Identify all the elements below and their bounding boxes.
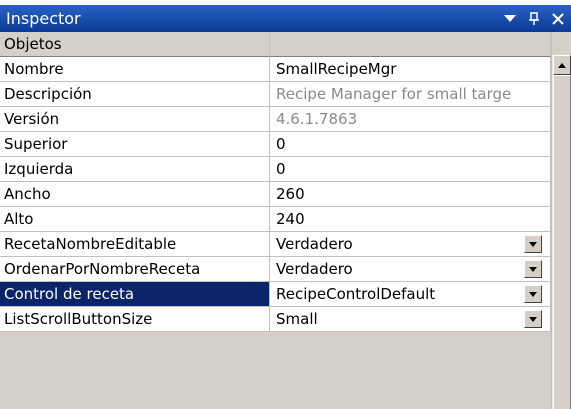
category-header-row[interactable]: Objetos <box>0 32 551 57</box>
scrollbar-header-spacer <box>552 32 571 55</box>
property-name[interactable]: ListScrollButtonSize <box>0 307 270 332</box>
property-row[interactable]: ListScrollButtonSize Small <box>0 307 551 332</box>
property-name[interactable]: Nombre <box>0 57 270 82</box>
property-value[interactable]: 260 <box>270 182 551 207</box>
property-value-text: Verdadero <box>276 235 353 253</box>
property-value-text: Recipe Manager for small targe <box>276 85 512 103</box>
property-row[interactable]: Superior 0 <box>0 132 551 157</box>
property-row[interactable]: RecetaNombreEditable Verdadero <box>0 232 551 257</box>
property-value[interactable]: 4.6.1.7863 <box>270 107 551 132</box>
property-value-text: 0 <box>276 135 286 153</box>
property-name[interactable]: Ancho <box>0 182 270 207</box>
chevron-down-icon <box>529 316 537 322</box>
property-value[interactable]: Small <box>270 307 551 332</box>
pin-icon[interactable] <box>523 8 545 30</box>
property-value-text: 0 <box>276 160 286 178</box>
window-title: Inspector <box>6 9 81 28</box>
property-name[interactable]: Superior <box>0 132 270 157</box>
property-value-text: 240 <box>276 210 305 228</box>
property-row[interactable]: Versión 4.6.1.7863 <box>0 107 551 132</box>
close-icon[interactable] <box>547 8 569 30</box>
property-value-text: Verdadero <box>276 260 353 278</box>
chevron-down-icon <box>529 266 537 272</box>
property-row[interactable]: Ancho 260 <box>0 182 551 207</box>
property-row[interactable]: Alto 240 <box>0 207 551 232</box>
property-row[interactable]: OrdenarPorNombreReceta Verdadero <box>0 257 551 282</box>
dropdown-button[interactable] <box>524 235 542 253</box>
property-value-text: RecipeControlDefault <box>276 285 436 303</box>
property-value[interactable]: Verdadero <box>270 257 551 282</box>
property-name[interactable]: OrdenarPorNombreReceta <box>0 257 270 282</box>
property-row[interactable]: Control de receta RecipeControlDefault <box>0 282 551 307</box>
property-value-text: 260 <box>276 185 305 203</box>
property-name[interactable]: RecetaNombreEditable <box>0 232 270 257</box>
vertical-scrollbar[interactable] <box>551 32 571 409</box>
dropdown-button[interactable] <box>524 310 542 328</box>
property-value-text: SmallRecipeMgr <box>276 60 397 78</box>
chevron-down-icon <box>529 291 537 297</box>
dropdown-button[interactable] <box>524 285 542 303</box>
arrow-up-icon <box>558 62 566 68</box>
property-value[interactable]: 0 <box>270 157 551 182</box>
property-name[interactable]: Descripción <box>0 82 270 107</box>
property-row[interactable]: Descripción Recipe Manager for small targ… <box>0 82 551 107</box>
property-value[interactable]: 0 <box>270 132 551 157</box>
property-value[interactable]: 240 <box>270 207 551 232</box>
property-value-text: 4.6.1.7863 <box>276 110 358 128</box>
property-value[interactable]: SmallRecipeMgr <box>270 57 551 82</box>
property-name[interactable]: Control de receta <box>0 282 270 307</box>
title-bar: Inspector <box>0 5 571 32</box>
property-name[interactable]: Izquierda <box>0 157 270 182</box>
dropdown-button[interactable] <box>524 260 542 278</box>
property-row[interactable]: Nombre SmallRecipeMgr <box>0 57 551 82</box>
category-value-cell <box>270 32 551 57</box>
property-row[interactable]: Izquierda 0 <box>0 157 551 182</box>
chevron-down-icon <box>529 241 537 247</box>
property-name[interactable]: Alto <box>0 207 270 232</box>
inspector-window: Inspector Objetos Nombre SmallRecipeMgr De… <box>0 0 571 409</box>
property-value[interactable]: Verdadero <box>270 232 551 257</box>
scrollbar-thumb[interactable] <box>553 75 571 409</box>
window-menu-dropdown-icon[interactable] <box>499 8 521 30</box>
property-name[interactable]: Versión <box>0 107 270 132</box>
property-grid: Objetos Nombre SmallRecipeMgr Descripción R… <box>0 32 551 409</box>
property-value[interactable]: Recipe Manager for small targe <box>270 82 551 107</box>
category-label: Objetos <box>0 32 270 57</box>
property-value-text: Small <box>276 310 318 328</box>
scroll-up-button[interactable] <box>553 55 571 75</box>
property-value[interactable]: RecipeControlDefault <box>270 282 551 307</box>
